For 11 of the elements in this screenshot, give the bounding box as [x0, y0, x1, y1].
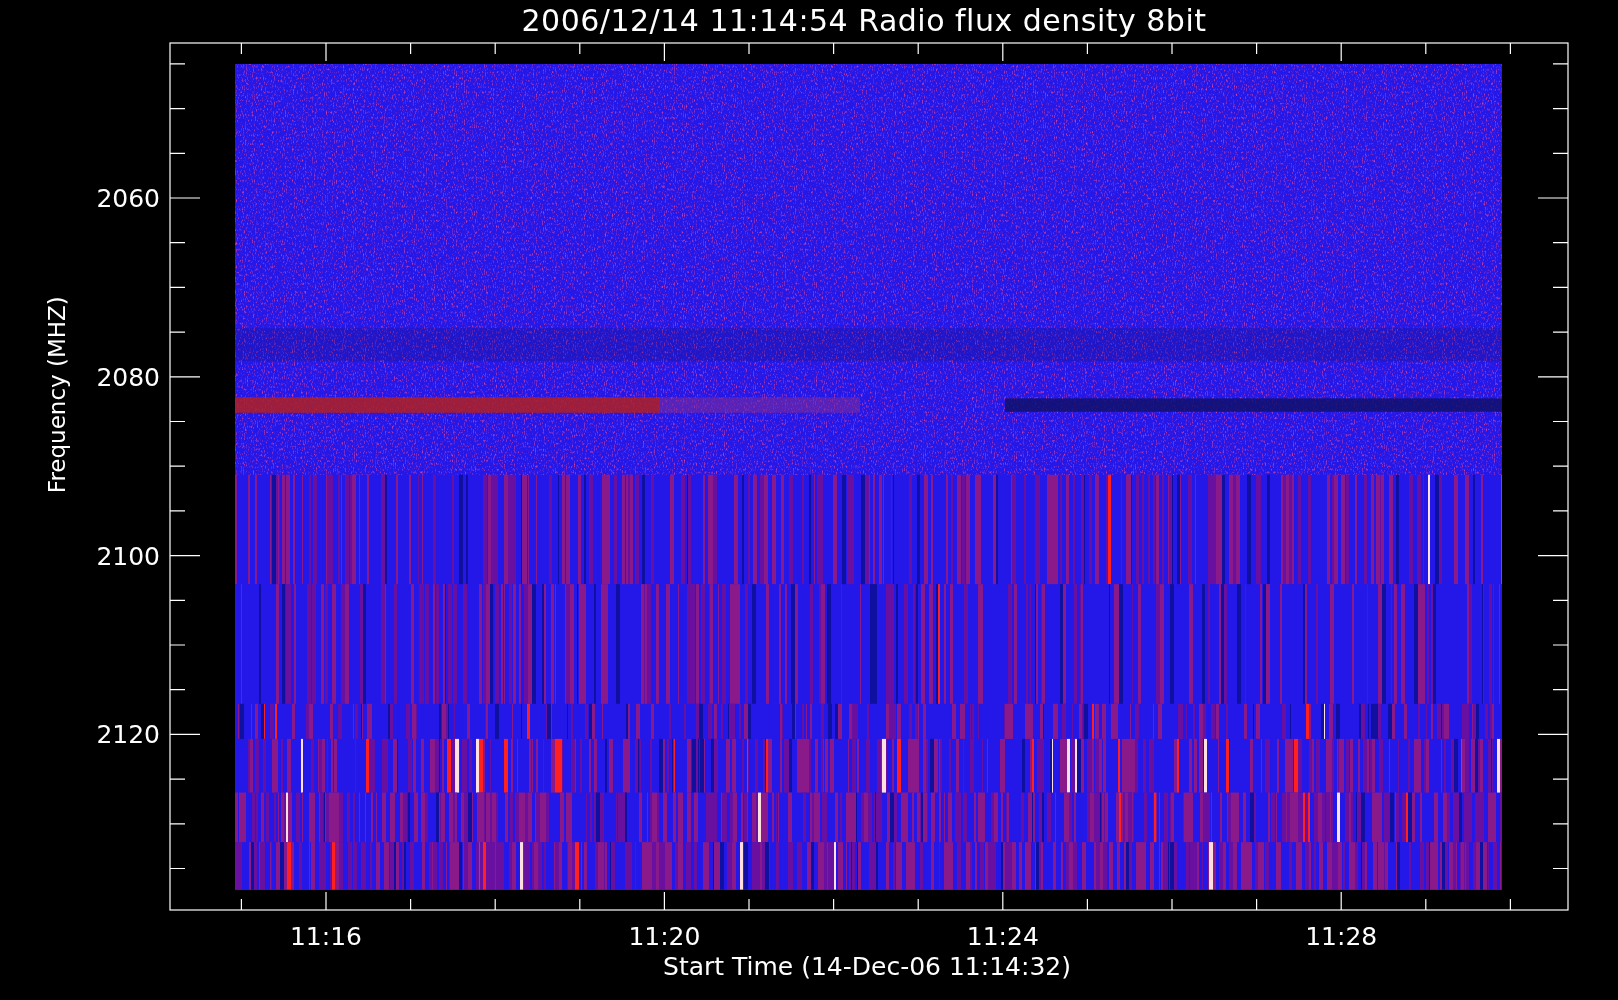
tick-label: 11:28: [1305, 922, 1378, 951]
tick-label: 11:16: [290, 922, 362, 951]
tick-label: 11:20: [628, 922, 701, 951]
tick-label: 2080: [96, 362, 160, 392]
tick-label: 2120: [96, 720, 160, 750]
tick-label: 11:24: [966, 922, 1039, 951]
tick-label: 2060: [96, 184, 160, 213]
plot-title: 2006/12/14 11:14:54 Radio flux density 8bit: [521, 2, 1207, 40]
axis-label: Start Time (14-Dec-06 11:14:32): [663, 952, 1071, 981]
axis-label: Frequency (MHZ): [44, 296, 70, 494]
tick-label: 2100: [96, 541, 160, 571]
